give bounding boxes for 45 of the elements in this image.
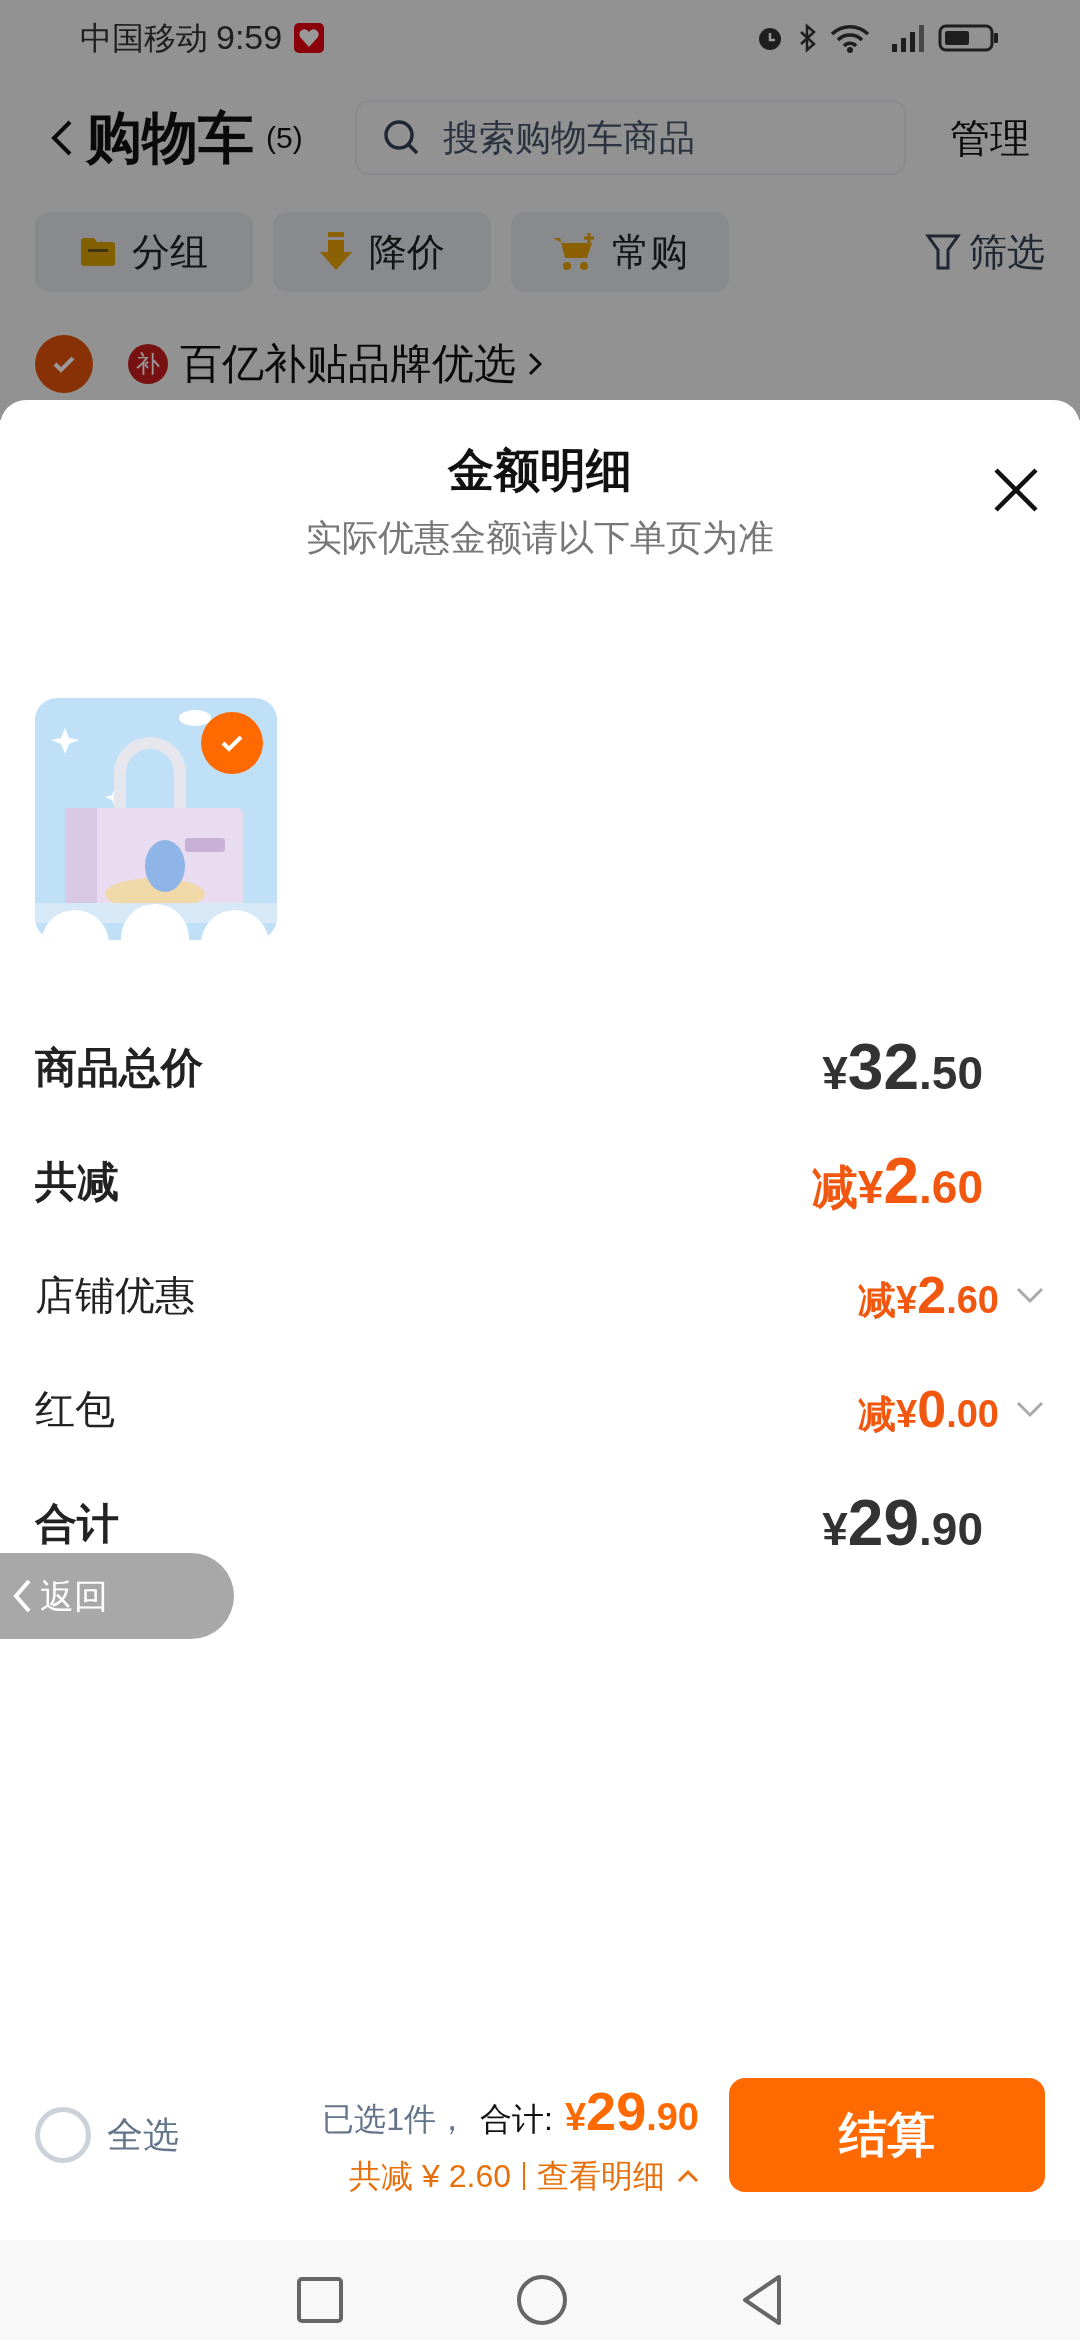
selected-count: 已选1件， <box>322 2099 469 2139</box>
cart-icon <box>552 232 596 272</box>
search-field[interactable]: 搜索购物车商品 <box>354 100 906 175</box>
store-group-link[interactable]: 百亿补贴品牌优选 <box>180 332 516 395</box>
folder-icon <box>80 237 116 267</box>
total-label: 合计: <box>480 2099 553 2139</box>
chevron-right-icon <box>528 351 542 376</box>
sheet-title: 金额明细 <box>448 443 632 498</box>
checkout-button[interactable]: 结算 <box>729 2078 1045 2192</box>
home-icon[interactable] <box>515 2273 569 2327</box>
filter-chip[interactable]: 分组 <box>35 212 253 292</box>
amount-value: 减¥2.60 <box>811 1144 983 1219</box>
chevron-left-icon <box>12 1578 32 1614</box>
item-count: (5) <box>266 120 303 156</box>
sheet-subtitle: 实际优惠金额请以下单页为准 <box>306 516 774 560</box>
amount-value: ¥32.50 <box>822 1030 983 1105</box>
filter-chip[interactable]: 降价 <box>273 212 491 292</box>
filter-chip[interactable]: 常购 <box>511 212 729 292</box>
amount-value: 减¥2.60 <box>858 1265 999 1326</box>
down-arrow-icon <box>319 232 353 272</box>
view-details-link[interactable]: 查看明细 <box>537 2151 699 2200</box>
store-checkbox[interactable] <box>35 334 93 393</box>
chevron-up-icon <box>677 2168 699 2183</box>
carrier-name: 中国移动 <box>80 18 208 58</box>
total-amount: ¥29.90 <box>564 2079 699 2143</box>
select-all-label: 全选 <box>107 2113 179 2157</box>
row-label: 合计 <box>35 1498 119 1549</box>
row-label: 红包 <box>35 1386 115 1433</box>
row-label: 商品总价 <box>35 1042 203 1093</box>
close-icon[interactable] <box>992 466 1040 514</box>
subsidy-badge: 补 <box>128 343 168 384</box>
discount-summary: 共减 ¥ 2.60 <box>349 2156 511 2196</box>
page-title: 购物车 <box>86 104 254 171</box>
manage-button[interactable]: 管理 <box>950 107 1030 168</box>
amount-value: 减¥0.00 <box>858 1379 999 1440</box>
recent-apps-icon[interactable] <box>295 2275 345 2325</box>
amount-value: ¥29.90 <box>822 1486 983 1561</box>
row-label: 共减 <box>35 1156 119 1207</box>
app-notification-icon <box>294 22 325 53</box>
clock-time: 9:59 <box>216 17 283 58</box>
select-all-checkbox[interactable] <box>35 2107 91 2163</box>
funnel-icon <box>925 232 961 272</box>
filter-button[interactable]: 筛选 <box>925 223 1045 281</box>
row-label: 店铺优惠 <box>35 1272 195 1319</box>
bluetooth-icon <box>798 21 818 54</box>
